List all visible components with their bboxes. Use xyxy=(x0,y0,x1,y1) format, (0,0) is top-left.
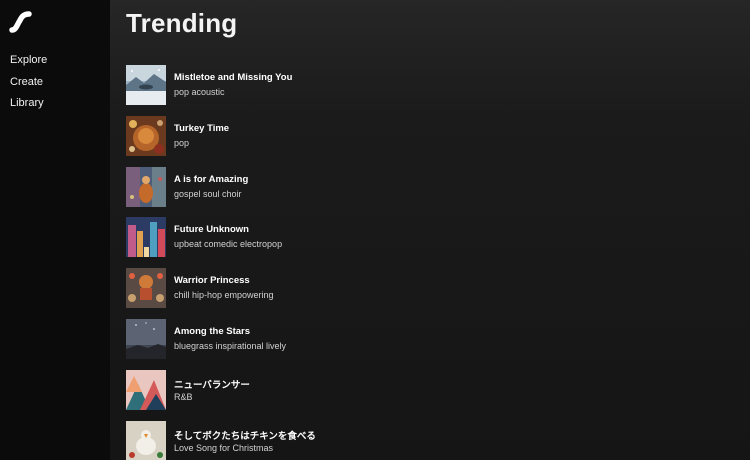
song-title[interactable]: Future Unknown xyxy=(174,224,249,235)
song-tags: R&B xyxy=(174,391,193,402)
song-cover-image[interactable] xyxy=(126,318,166,359)
song-title[interactable]: Among the Stars xyxy=(174,326,250,337)
song-row[interactable]: Among the Stars bluegrass inspirational … xyxy=(126,318,726,370)
song-cover-image[interactable] xyxy=(126,115,166,156)
main-content: Trending Mistletoe and Missing You pop a… xyxy=(110,0,750,460)
song-title[interactable]: Turkey Time xyxy=(174,123,229,134)
song-tags: gospel soul choir xyxy=(174,188,242,199)
song-tags: pop acoustic xyxy=(174,87,225,97)
sidebar-item-create[interactable]: Create xyxy=(10,73,47,95)
song-row[interactable]: ニューバランサー R&B xyxy=(126,369,726,421)
sidebar: Explore Create Library xyxy=(0,0,110,460)
sidebar-nav: Explore Create Library xyxy=(10,51,47,116)
suno-logo-icon[interactable] xyxy=(9,10,33,34)
song-title[interactable]: ニューバランサー xyxy=(174,377,250,391)
song-title[interactable]: そしてボクたちはチキンを食べる xyxy=(174,428,316,442)
song-cover-image[interactable] xyxy=(126,268,166,309)
page-title: Trending xyxy=(126,8,238,38)
song-row[interactable]: Warrior Princess chill hip-hop empowerin… xyxy=(126,268,726,319)
app-window: Explore Create Library Trending Mistleto… xyxy=(0,0,750,460)
song-title[interactable]: A is for Amazing xyxy=(174,174,248,185)
sidebar-item-explore[interactable]: Explore xyxy=(10,51,47,73)
song-row[interactable]: Turkey Time pop xyxy=(126,115,726,167)
song-cover-image[interactable] xyxy=(126,166,166,207)
song-row[interactable]: Future Unknown upbeat comedic electropop xyxy=(126,217,726,268)
song-cover-image[interactable] xyxy=(126,217,166,258)
song-tags: Love Song for Christmas xyxy=(174,442,274,453)
song-title[interactable]: Warrior Princess xyxy=(174,275,250,286)
song-row[interactable]: そしてボクたちはチキンを食べる Love Song for Christmas xyxy=(126,420,726,460)
song-cover-image[interactable] xyxy=(126,369,166,410)
song-cover-image[interactable] xyxy=(126,65,166,105)
song-row[interactable]: A is for Amazing gospel soul choir xyxy=(126,166,726,218)
song-row[interactable]: Mistletoe and Missing You pop acoustic xyxy=(126,65,726,116)
song-tags: chill hip-hop empowering xyxy=(174,290,274,301)
song-tags: upbeat comedic electropop xyxy=(174,239,283,250)
song-cover-image[interactable] xyxy=(126,420,166,460)
song-list: Mistletoe and Missing You pop acoustic T… xyxy=(126,65,726,460)
sidebar-item-library[interactable]: Library xyxy=(10,94,47,116)
song-tags: bluegrass inspirational lively xyxy=(174,340,287,351)
song-tags: pop xyxy=(174,137,190,148)
song-title[interactable]: Mistletoe and Missing You xyxy=(174,72,292,83)
